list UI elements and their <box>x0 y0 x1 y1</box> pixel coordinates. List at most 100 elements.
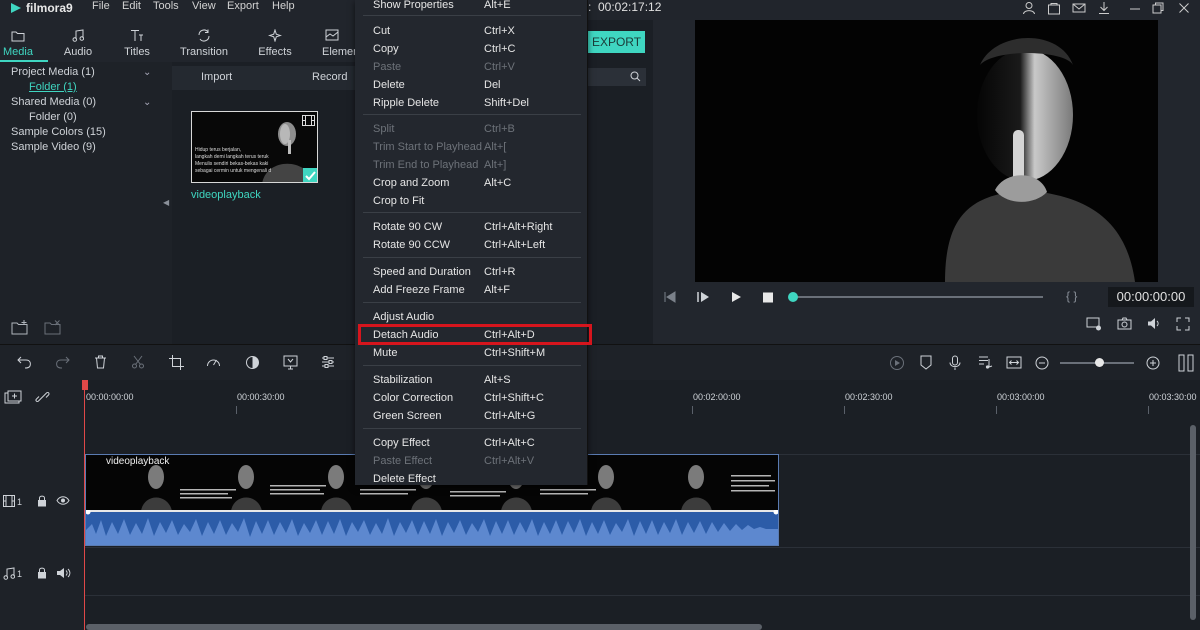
zoom-slider-handle[interactable] <box>1095 358 1104 367</box>
menu-item-add-freeze-frame[interactable]: Add Freeze Frame Alt+F <box>355 281 588 299</box>
menu-item-mute[interactable]: Mute Ctrl+Shift+M <box>355 344 588 362</box>
audio-mixer-icon[interactable] <box>321 355 335 369</box>
timeline-horizontal-scrollbar[interactable] <box>86 624 762 630</box>
pause-panel-icon[interactable] <box>1177 354 1195 372</box>
green-screen-icon[interactable] <box>283 355 298 370</box>
fullscreen-icon[interactable] <box>1176 317 1190 331</box>
menu-item-crop-and-zoom[interactable]: Crop and Zoom Alt+C <box>355 174 588 192</box>
voiceover-icon[interactable] <box>978 355 993 370</box>
menu-item-show-properties[interactable]: Show Properties Alt+E <box>355 0 588 14</box>
speaker-icon[interactable] <box>56 567 71 579</box>
progress-track[interactable] <box>793 296 1043 298</box>
cut-icon[interactable] <box>131 355 145 369</box>
restore-icon[interactable] <box>1151 1 1165 15</box>
media-clip-name[interactable]: videoplayback <box>191 189 261 201</box>
delete-folder-icon[interactable] <box>44 320 62 335</box>
menu-item-copy-effect[interactable]: Copy Effect Ctrl+Alt+C <box>355 434 588 452</box>
menu-tools[interactable]: Tools <box>153 0 179 12</box>
timeline-vertical-scrollbar[interactable] <box>1190 425 1196 620</box>
audio-waveform[interactable] <box>86 510 778 545</box>
tab-elements[interactable]: Elemen <box>315 20 355 62</box>
stop-icon[interactable] <box>762 292 774 303</box>
menu-item-rotate-90-cw[interactable]: Rotate 90 CW Ctrl+Alt+Right <box>355 218 588 236</box>
tree-shared-media[interactable]: Shared Media (0) <box>11 96 96 108</box>
tree-sample-colors[interactable]: Sample Colors (15) <box>11 126 106 138</box>
menu-item-ripple-delete[interactable]: Ripple Delete Shift+Del <box>355 94 588 112</box>
progress-handle[interactable] <box>788 292 798 302</box>
close-icon[interactable] <box>1177 1 1191 15</box>
zoom-in-icon[interactable] <box>1146 356 1160 370</box>
menu-item-delete[interactable]: Delete Del <box>355 76 588 94</box>
menu-item-crop-to-fit[interactable]: Crop to Fit <box>355 192 588 210</box>
tree-folder-1[interactable]: Folder (1) <box>29 81 77 93</box>
render-preview-icon[interactable] <box>889 355 905 371</box>
chevron-down-icon[interactable]: ⌄ <box>143 67 151 78</box>
menu-item-trim-end-to-playhead[interactable]: Trim End to Playhead Alt+] <box>355 156 588 174</box>
undo-icon[interactable] <box>17 356 32 369</box>
redo-icon[interactable] <box>55 356 70 369</box>
tab-transition[interactable]: Transition <box>174 20 234 62</box>
microphone-icon[interactable] <box>949 355 961 371</box>
eye-icon[interactable] <box>56 496 70 505</box>
snapshot-icon[interactable] <box>1117 317 1132 330</box>
mark-in-out-braces[interactable]: { } <box>1066 289 1077 303</box>
menu-view[interactable]: View <box>192 0 216 12</box>
menu-item-trim-start-to-playhead[interactable]: Trim Start to Playhead Alt+[ <box>355 138 588 156</box>
menu-item-color-correction[interactable]: Color Correction Ctrl+Shift+C <box>355 389 588 407</box>
collapse-panel-icon[interactable]: ◀ <box>163 198 169 207</box>
tree-sample-video[interactable]: Sample Video (9) <box>11 141 96 153</box>
tab-media[interactable]: Media <box>0 20 48 62</box>
menu-edit[interactable]: Edit <box>122 0 141 12</box>
link-icon[interactable] <box>35 390 50 404</box>
add-track-icon[interactable] <box>4 390 22 404</box>
menu-item-delete-effect[interactable]: Delete Effect <box>355 470 588 488</box>
volume-icon[interactable] <box>1147 317 1162 330</box>
menu-item-green-screen[interactable]: Green Screen Ctrl+Alt+G <box>355 407 588 425</box>
tab-effects[interactable]: Effects <box>245 20 305 62</box>
mail-icon[interactable] <box>1072 1 1086 15</box>
menu-file[interactable]: File <box>92 0 110 12</box>
step-forward-icon[interactable] <box>696 291 710 303</box>
tab-audio[interactable]: Audio <box>48 20 108 62</box>
previous-frame-icon[interactable] <box>663 291 677 303</box>
record-button[interactable]: Record <box>312 71 347 83</box>
menu-item-split[interactable]: Split Ctrl+B <box>355 120 588 138</box>
color-icon[interactable] <box>245 355 260 370</box>
chevron-down-icon[interactable]: ⌄ <box>143 97 151 108</box>
tree-folder-0[interactable]: Folder (0) <box>29 111 77 123</box>
crop-icon[interactable] <box>169 355 184 370</box>
speed-icon[interactable] <box>206 355 221 368</box>
menu-item-speed-and-duration[interactable]: Speed and Duration Ctrl+R <box>355 263 588 281</box>
export-button[interactable]: EXPORT <box>588 31 645 53</box>
marker-icon[interactable] <box>920 355 932 370</box>
tab-titles[interactable]: Titles <box>107 20 167 62</box>
tree-project-media[interactable]: Project Media (1) <box>11 66 95 78</box>
lock-icon[interactable] <box>37 567 47 579</box>
lock-icon[interactable] <box>37 495 47 507</box>
menu-item-stabilization[interactable]: Stabilization Alt+S <box>355 371 588 389</box>
menu-item-rotate-90-ccw[interactable]: Rotate 90 CCW Ctrl+Alt+Left <box>355 236 588 254</box>
import-button[interactable]: Import <box>201 71 232 83</box>
menu-export[interactable]: Export <box>227 0 259 12</box>
play-icon[interactable] <box>730 291 742 303</box>
menu-help[interactable]: Help <box>272 0 295 12</box>
menu-item-copy[interactable]: Copy Ctrl+C <box>355 40 588 58</box>
timeline-ruler[interactable]: 00:00:00:00 00:00:30:00 00:02:00:00 00:0… <box>84 380 1200 414</box>
zoom-out-icon[interactable] <box>1035 356 1049 370</box>
media-thumbnail[interactable]: Hidup terus berjalan, langkah demi langk… <box>191 111 318 183</box>
minimize-icon[interactable] <box>1128 1 1142 15</box>
playhead-handle[interactable] <box>82 380 88 390</box>
new-folder-icon[interactable] <box>11 320 29 335</box>
delete-icon[interactable] <box>94 355 107 369</box>
menu-item-paste[interactable]: Paste Ctrl+V <box>355 58 588 76</box>
playhead[interactable] <box>84 380 85 630</box>
download-icon[interactable] <box>1097 1 1111 15</box>
menu-item-paste-effect[interactable]: Paste Effect Ctrl+Alt+V <box>355 452 588 470</box>
search-input[interactable] <box>588 68 646 86</box>
shop-icon[interactable] <box>1047 1 1061 15</box>
menu-item-cut[interactable]: Cut Ctrl+X <box>355 22 588 40</box>
audio-track[interactable] <box>84 548 1200 596</box>
fit-timeline-icon[interactable] <box>1006 356 1022 369</box>
account-icon[interactable] <box>1022 1 1036 15</box>
display-settings-icon[interactable] <box>1086 317 1102 331</box>
